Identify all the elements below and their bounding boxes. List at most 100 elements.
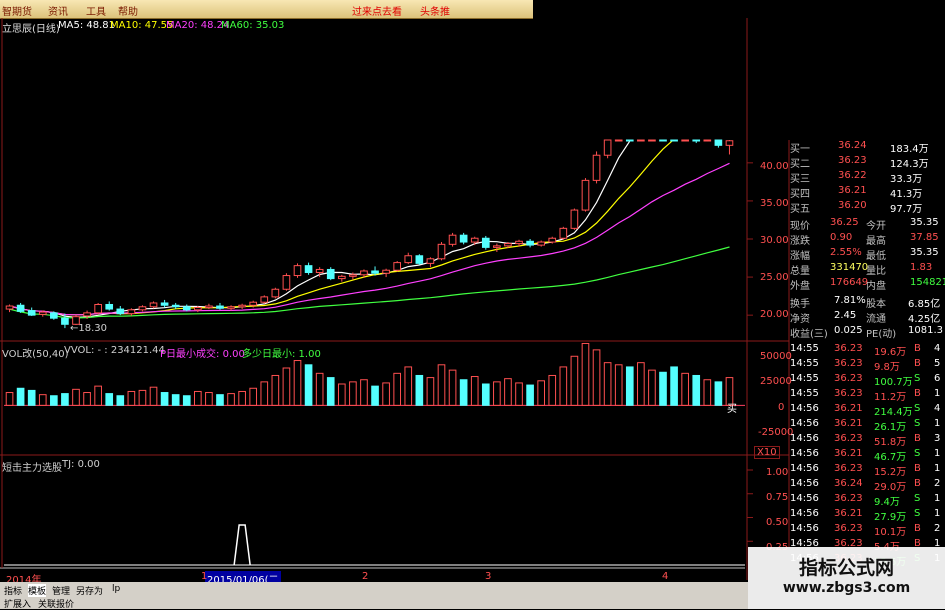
candle-body (448, 234, 457, 245)
tick-count: 2 (934, 478, 941, 489)
volume-axis-label: -25000 (758, 427, 794, 438)
tick-price: 36.21 (834, 403, 863, 414)
tab-lp[interactable]: lp (112, 584, 120, 594)
candle-body (337, 275, 346, 280)
volume-bar (548, 374, 557, 406)
candle-body (182, 306, 191, 311)
volume-bar (681, 372, 689, 406)
bid-price: 36.20 (838, 200, 867, 211)
stat-value: 154821 (910, 277, 945, 288)
candle-body (304, 265, 313, 274)
tick-side: S (914, 508, 921, 519)
volume-bar (127, 390, 136, 406)
stat-label: 外盘 (790, 281, 810, 292)
stat-label: 最低 (866, 251, 886, 262)
volume-bar (360, 379, 368, 406)
bid-volume: 124.3万 (890, 159, 929, 170)
volume-bar (415, 374, 424, 406)
candle-body (659, 139, 667, 142)
candle-body (61, 317, 69, 325)
volume-bar (50, 395, 58, 406)
volume-unit: X10 (754, 446, 780, 459)
volume-bar (83, 392, 91, 406)
tick-time: 14:56 (790, 418, 819, 429)
tick-price: 36.21 (834, 508, 863, 519)
volume-bar (216, 394, 224, 406)
candle-body (692, 139, 701, 142)
tick-side: B (914, 433, 921, 444)
candle-body (382, 269, 390, 274)
tick-row: 14:56 36.24 29.0万 B 2 (790, 478, 945, 493)
volume-bar (271, 374, 280, 406)
tab-linked-quote[interactable]: 关联报价 (38, 597, 74, 610)
sell-marker: 买 (727, 404, 737, 415)
tick-count: 3 (934, 433, 941, 444)
volume-bar (559, 366, 568, 406)
stat-value: 1081.3 (908, 325, 943, 336)
tick-volume: 9.4万 (874, 497, 900, 508)
candle-body (648, 139, 656, 142)
volume-bar (349, 381, 357, 406)
candle-body (437, 243, 446, 260)
tick-volume: 51.8万 (874, 437, 907, 448)
tick-volume: 29.0万 (874, 482, 907, 493)
bid-volume: 97.7万 (890, 204, 923, 215)
timeline-mark: 1 (201, 571, 208, 582)
candle-body (83, 312, 91, 317)
tab-template[interactable]: 模板 (28, 584, 47, 597)
tick-row: 14:56 36.21 46.7万 S 1 (790, 448, 945, 463)
tick-count: 1 (934, 418, 941, 429)
bid-label: 买一 (790, 144, 810, 155)
tick-count: 4 (934, 403, 941, 414)
tick-volume: 26.1万 (874, 422, 907, 433)
tab-indicator[interactable]: 指标 (4, 584, 22, 597)
volume-bar (393, 372, 402, 406)
tick-price: 36.23 (834, 433, 863, 444)
volume-bar (227, 393, 235, 406)
volume-bar (581, 342, 590, 406)
stat-row: 现价 36.25 今开 35.35 (790, 217, 945, 232)
bid-label: 买四 (790, 189, 810, 200)
indicator-signal-spike (233, 524, 251, 566)
candle-body (149, 302, 158, 308)
volume-bar (437, 364, 446, 406)
stat-value: 0.90 (830, 232, 853, 243)
tab-expand[interactable]: 扩展入 (4, 597, 31, 610)
price-axis-label: 20.00 (760, 309, 789, 320)
candle-body (326, 268, 335, 280)
tab-save-as[interactable]: 另存为 (76, 584, 103, 597)
candle-body (360, 270, 368, 276)
volume-bar (670, 366, 678, 406)
volume-bar (160, 392, 169, 406)
ma20-line (9, 162, 730, 316)
stat-label: PE(动) (866, 329, 897, 340)
ma60-line (9, 246, 730, 319)
volume-bar (27, 389, 36, 406)
volume-axis-label: 50000 (760, 351, 792, 362)
bottom-toolbar: 指标 模板 管理 另存为 lp 扩展入 关联报价 (0, 582, 748, 610)
volume-bar (493, 381, 501, 406)
stat-value: 331470 (830, 262, 869, 273)
stat-label: 净资 (790, 314, 810, 325)
tab-manage[interactable]: 管理 (52, 584, 70, 597)
volume-bar (194, 390, 202, 406)
tick-price: 36.21 (834, 418, 863, 429)
candle-body (404, 255, 413, 264)
price-axis-label: 25.00 (760, 272, 789, 283)
stat-row: 收益(三) 0.025 PE(动) 1081.3 (790, 325, 945, 340)
volume-bar (205, 392, 213, 406)
bid-row: 买三 36.22 33.3万 (790, 170, 945, 185)
candle-body (50, 312, 58, 319)
candle-body (603, 139, 612, 156)
candle-body (293, 265, 302, 277)
candle-body (194, 307, 202, 311)
tick-side: S (914, 418, 921, 429)
tick-price: 36.21 (834, 448, 863, 459)
candle-body (592, 154, 601, 181)
volume-bar (326, 377, 335, 406)
candle-body (16, 304, 25, 312)
tick-price: 36.23 (834, 343, 863, 354)
stat-row: 涨幅 2.55% 最低 35.35 (790, 247, 945, 262)
volume-bar (337, 383, 346, 406)
volume-bar (692, 374, 701, 406)
